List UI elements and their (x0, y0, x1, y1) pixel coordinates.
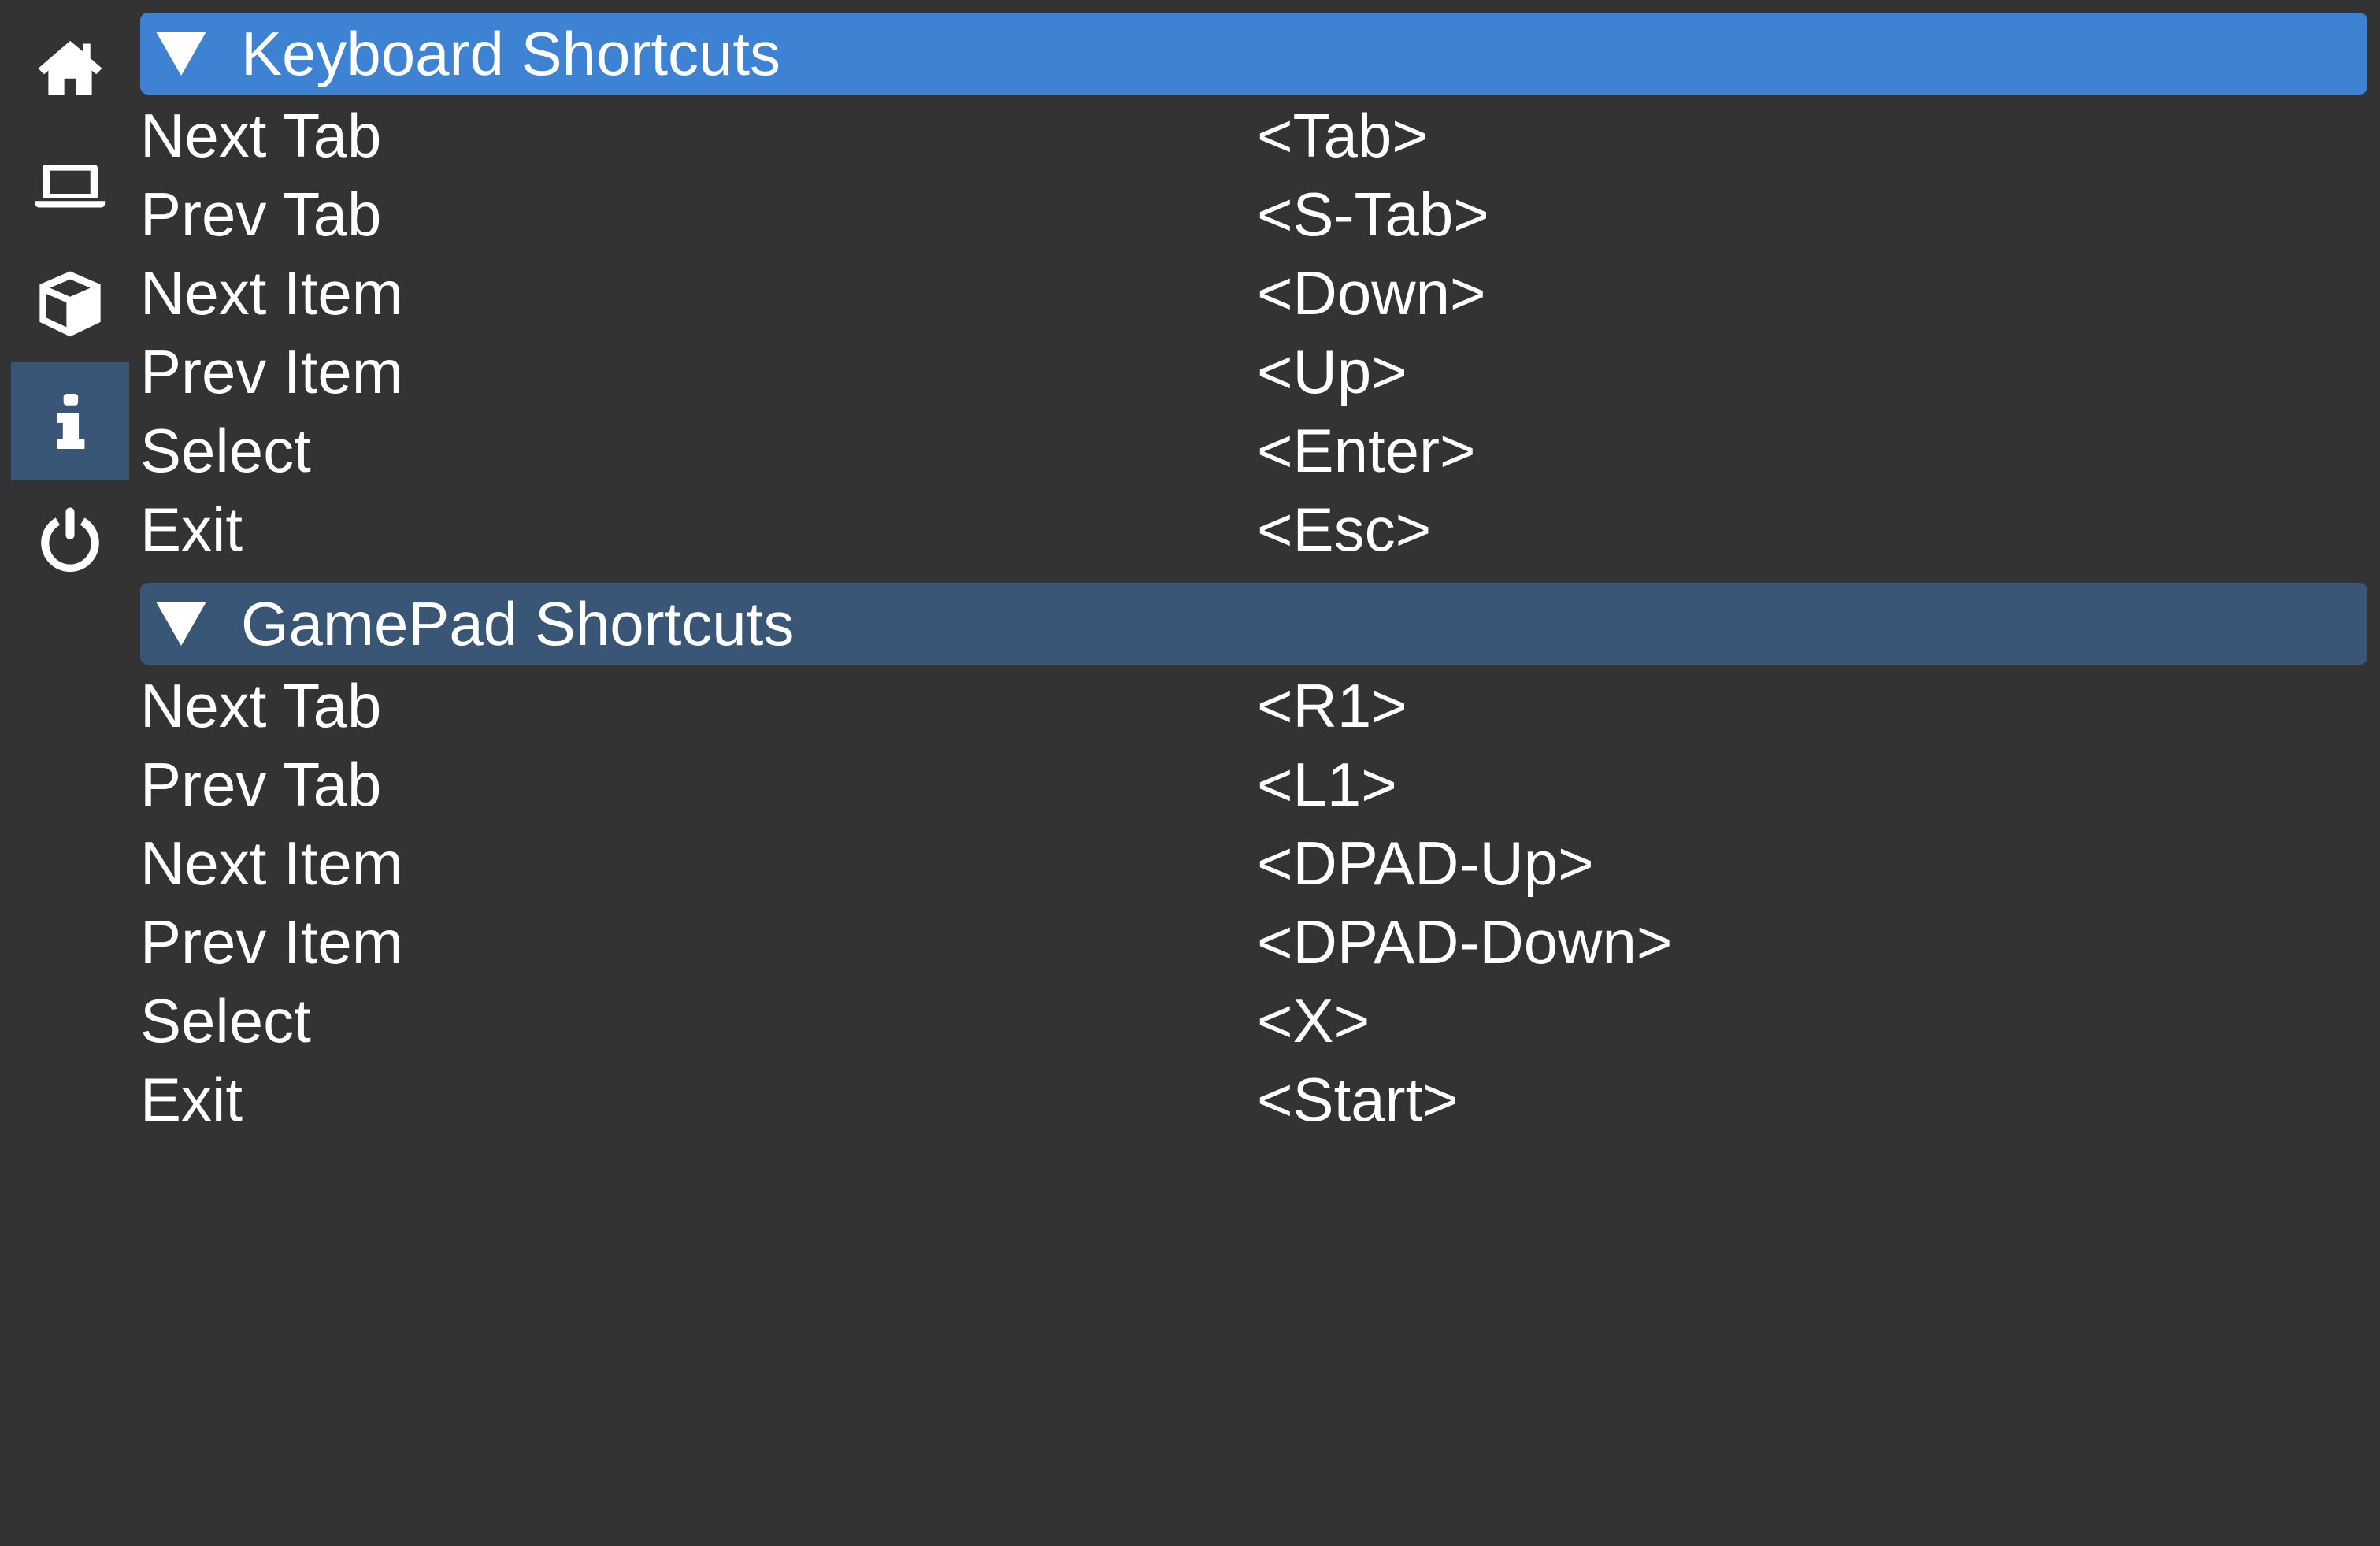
list-item: Next Tab <R1> (140, 666, 2367, 745)
list-item: Prev Tab <L1> (140, 745, 2367, 824)
shortcut-key: <Start> (1257, 1065, 1459, 1134)
list-item: Select <X> (140, 981, 2367, 1060)
cube-icon (39, 271, 101, 337)
info-icon (57, 394, 85, 449)
home-icon (38, 40, 102, 95)
shortcut-key: <Tab> (1257, 101, 1428, 170)
shortcut-action: Prev Item (140, 907, 403, 977)
sidebar (0, 0, 131, 1546)
sidebar-item-home[interactable] (11, 8, 129, 126)
shortcut-action: Exit (140, 495, 243, 564)
shortcut-action: Next Item (140, 829, 403, 898)
expanded-triangle-icon (156, 32, 206, 76)
list-item: Next Item <Down> (140, 254, 2367, 332)
power-icon (41, 507, 99, 573)
shortcut-key: <R1> (1257, 671, 1407, 740)
list-item: Exit <Esc> (140, 490, 2367, 569)
sidebar-item-about[interactable] (11, 362, 129, 480)
list-item: Select <Enter> (140, 411, 2367, 490)
shortcut-key: <Down> (1257, 258, 1486, 328)
app-window: Keyboard Shortcuts Next Tab <Tab> Prev T… (0, 0, 2380, 1546)
shortcut-action: Select (140, 986, 311, 1055)
shortcut-key: <S-Tab> (1257, 180, 1489, 249)
expanded-triangle-icon (156, 602, 206, 646)
shortcut-action: Next Tab (140, 101, 382, 170)
shortcut-key: <DPAD-Down> (1257, 907, 1673, 977)
shortcut-action: Prev Item (140, 337, 403, 406)
list-item: Next Tab <Tab> (140, 96, 2367, 175)
shortcut-key: <Enter> (1257, 416, 1476, 485)
shortcut-action: Select (140, 416, 311, 485)
laptop-icon (35, 165, 106, 208)
list-item: Exit <Start> (140, 1060, 2367, 1139)
section-title: GamePad Shortcuts (241, 589, 795, 658)
keyboard-shortcuts-header[interactable]: Keyboard Shortcuts (140, 13, 2367, 95)
list-item: Next Item <DPAD-Up> (140, 824, 2367, 903)
shortcut-action: Next Item (140, 258, 403, 328)
gamepad-shortcuts-header[interactable]: GamePad Shortcuts (140, 583, 2367, 665)
keyboard-shortcuts-list: Next Tab <Tab> Prev Tab <S-Tab> Next Ite… (140, 95, 2367, 583)
shortcut-key: <X> (1257, 986, 1370, 1055)
list-item: Prev Item <DPAD-Down> (140, 903, 2367, 981)
shortcut-action: Prev Tab (140, 750, 382, 819)
shortcut-key: <DPAD-Up> (1257, 829, 1594, 898)
shortcut-key: <L1> (1257, 750, 1397, 819)
shortcut-action: Next Tab (140, 671, 382, 740)
shortcut-key: <Up> (1257, 337, 1407, 406)
shortcuts-panel: Keyboard Shortcuts Next Tab <Tab> Prev T… (140, 13, 2367, 1153)
sidebar-item-computer[interactable] (11, 126, 129, 244)
gamepad-shortcuts-list: Next Tab <R1> Prev Tab <L1> Next Item <D… (140, 665, 2367, 1153)
list-item: Prev Item <Up> (140, 332, 2367, 411)
sidebar-item-power[interactable] (11, 480, 129, 599)
shortcut-action: Exit (140, 1065, 243, 1134)
list-item: Prev Tab <S-Tab> (140, 175, 2367, 254)
sidebar-item-packages[interactable] (11, 244, 129, 362)
shortcut-action: Prev Tab (140, 180, 382, 249)
section-title: Keyboard Shortcuts (241, 19, 781, 88)
shortcut-key: <Esc> (1257, 495, 1432, 564)
